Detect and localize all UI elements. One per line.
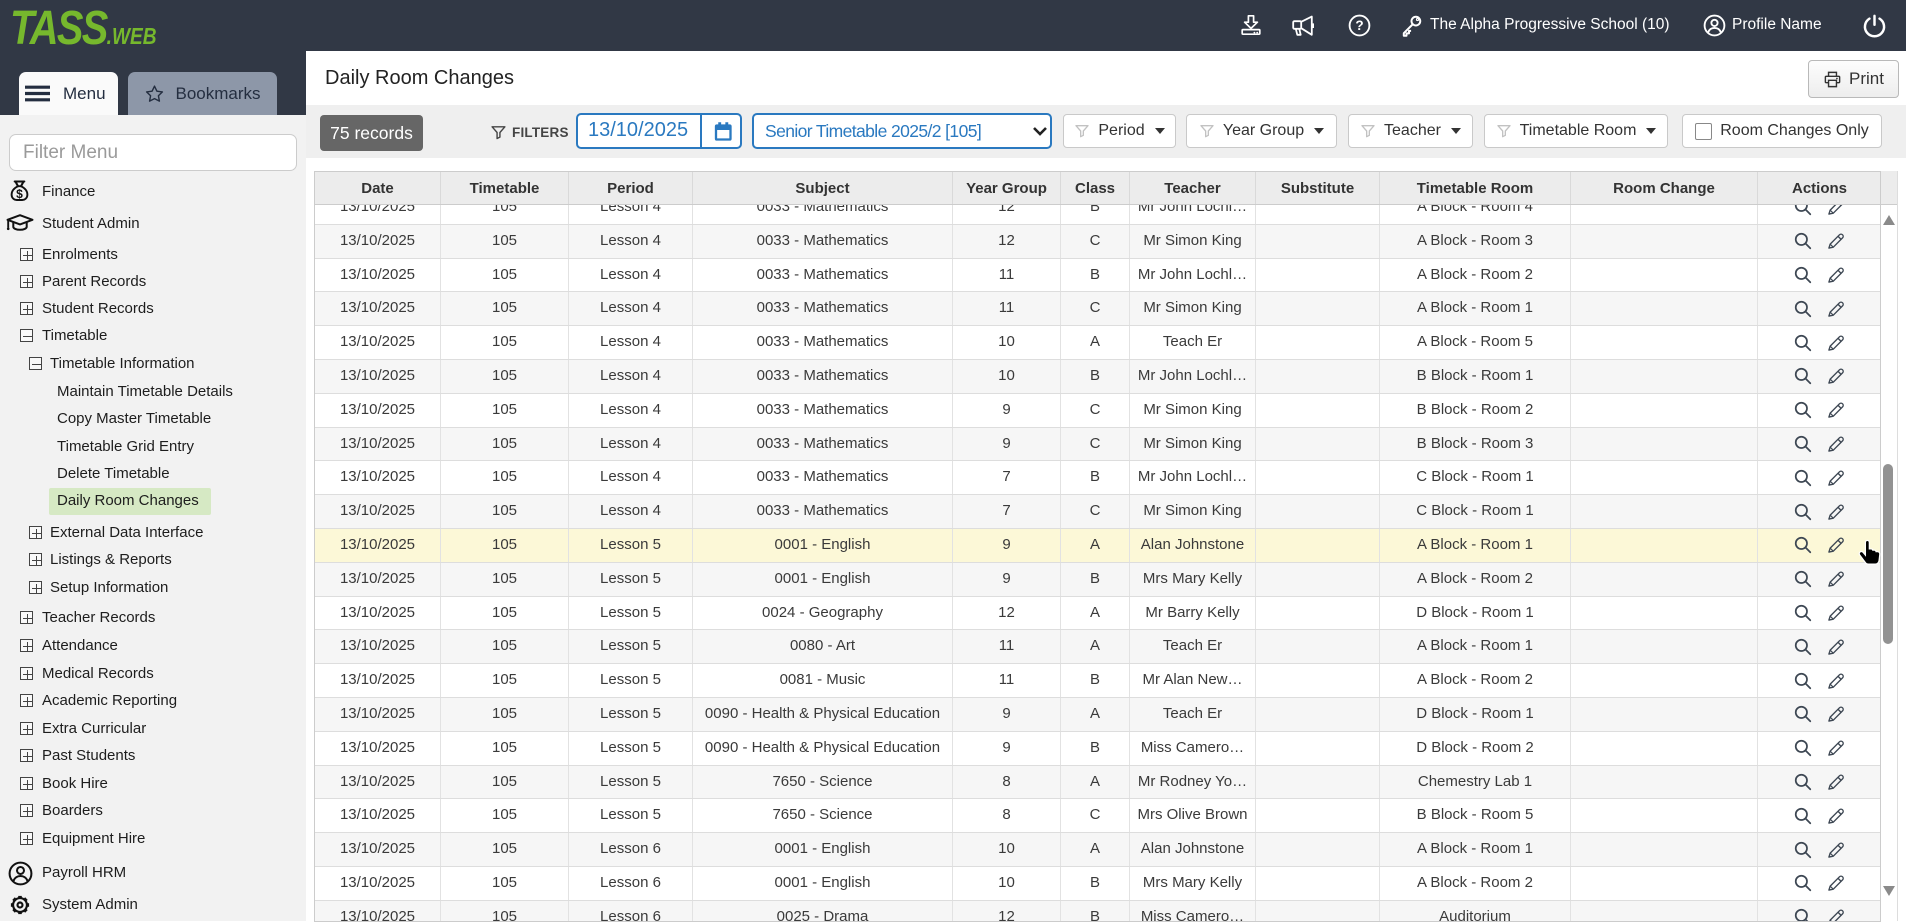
svg-text:$: $ [16, 187, 23, 201]
svg-text:?: ? [1355, 18, 1363, 33]
